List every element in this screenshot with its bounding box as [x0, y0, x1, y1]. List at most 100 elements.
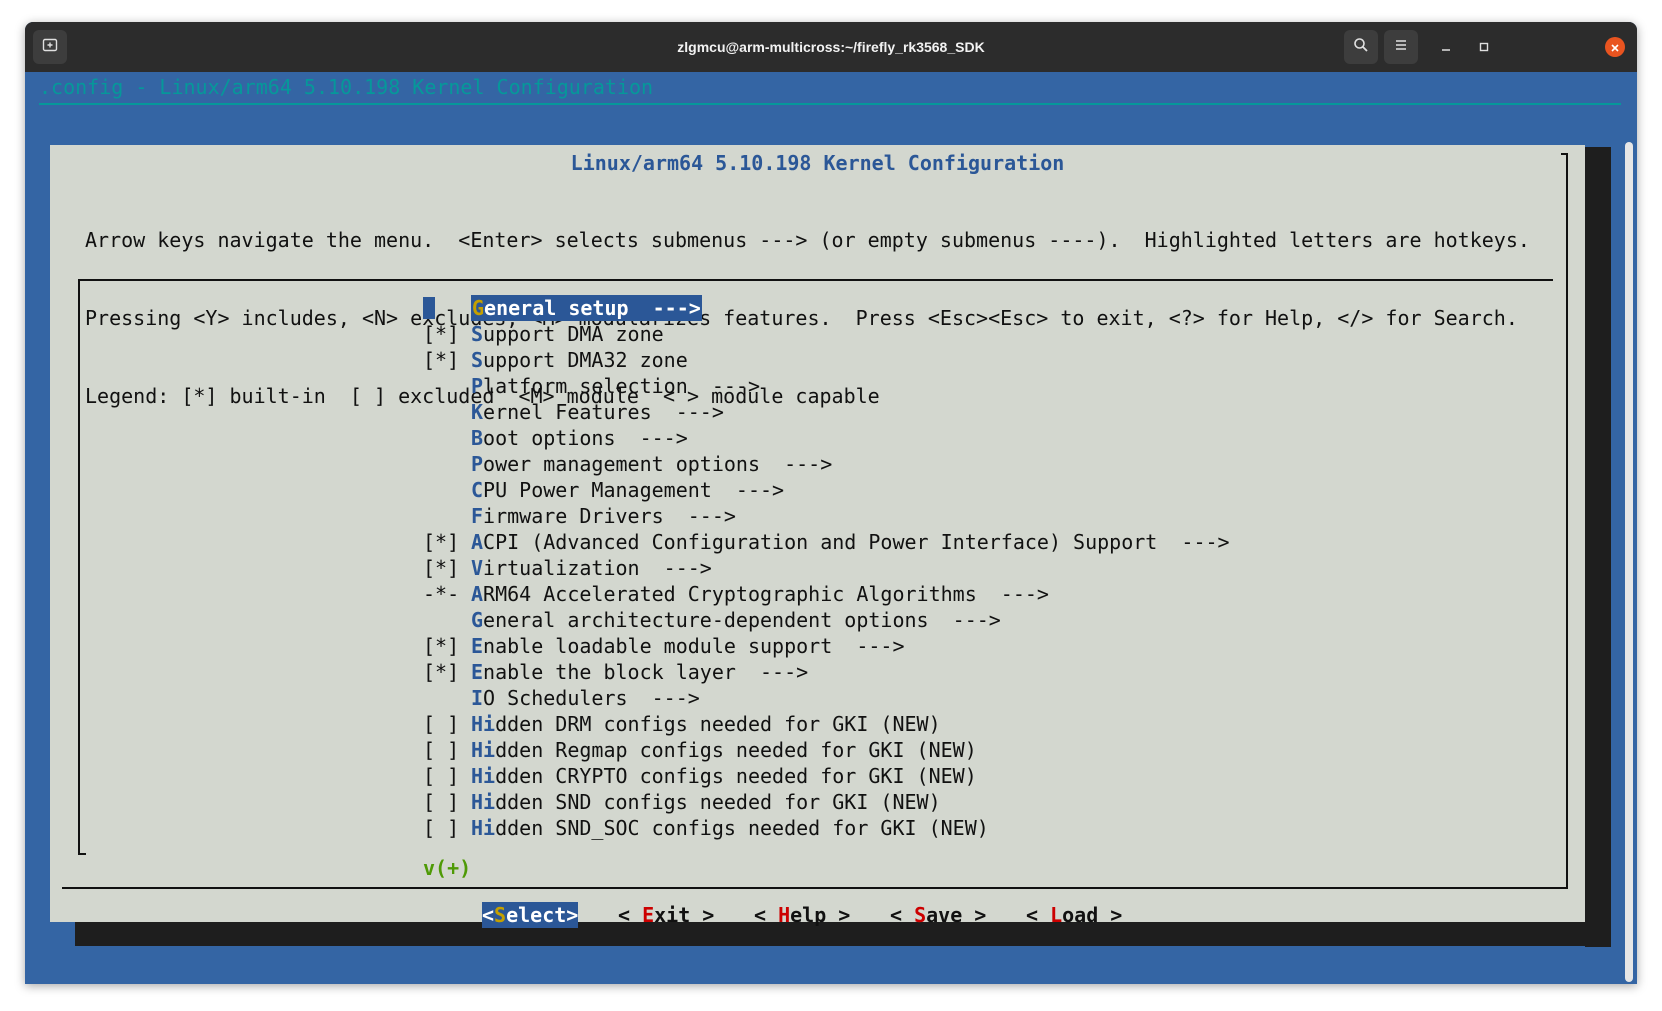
menu-item[interactable]: General setup --->: [423, 295, 1230, 321]
menu-item[interactable]: [ ] Hidden SND configs needed for GKI (NE…: [423, 789, 1230, 815]
menu-item-text: irtualization --->: [483, 556, 712, 580]
menu-item-hotkey: G: [472, 296, 485, 320]
menu-item-label: Firmware Drivers --->: [471, 504, 736, 528]
menu-item-label: Hidden SND_SOC configs needed for GKI (N…: [471, 816, 989, 840]
menu-border: [78, 279, 1553, 281]
menu-item[interactable]: General architecture-dependent options -…: [423, 607, 1230, 633]
menu-box: General setup ---> [*] Support DMA zone [*]…: [78, 279, 1553, 855]
config-path-line: .config - Linux/arm64 5.10.198 Kernel Co…: [39, 75, 654, 99]
scrollbar[interactable]: [1625, 142, 1633, 982]
menu-item[interactable]: Kernel Features --->: [423, 399, 1230, 425]
search-button[interactable]: [1344, 30, 1378, 64]
menu-item-state: [ ]: [423, 816, 460, 840]
menu-item-hotkey: V: [471, 556, 484, 580]
menu-item-label: CPU Power Management --->: [471, 478, 784, 502]
terminal-area[interactable]: .config - Linux/arm64 5.10.198 Kernel Co…: [25, 72, 1637, 984]
menu-item-state: [*]: [423, 348, 460, 372]
menu-item-label: Support DMA zone: [471, 322, 664, 346]
menu-item-text: eneral setup --->: [484, 296, 701, 320]
menu-item[interactable]: [*] Support DMA zone: [423, 321, 1230, 347]
menu-item-label: General architecture-dependent options -…: [471, 608, 1001, 632]
menu-item[interactable]: Firmware Drivers --->: [423, 503, 1230, 529]
menu-item-hotkey: Hi: [471, 738, 496, 762]
menu-item-state: [ ]: [423, 764, 460, 788]
menu-item-label: Enable the block layer --->: [471, 660, 808, 684]
hamburger-menu-icon: [1393, 37, 1409, 57]
menu-item[interactable]: [ ] Hidden Regmap configs needed for GKI …: [423, 737, 1230, 763]
menu-item[interactable]: [*] Enable loadable module support --->: [423, 633, 1230, 659]
menu-item[interactable]: CPU Power Management --->: [423, 477, 1230, 503]
menu-item-text: dden CRYPTO configs needed for GKI (NEW): [495, 764, 977, 788]
menu-item[interactable]: Boot options --->: [423, 425, 1230, 451]
menu-item[interactable]: IO Schedulers --->: [423, 685, 1230, 711]
dialog-border: [62, 887, 1568, 889]
close-button[interactable]: [1605, 37, 1625, 57]
menu-item[interactable]: [ ] Hidden DRM configs needed for GKI (NE…: [423, 711, 1230, 737]
top-divider: [39, 103, 1621, 105]
maximize-icon: [1478, 38, 1490, 57]
menu-item[interactable]: [ ] Hidden SND_SOC configs needed for GKI…: [423, 815, 1230, 841]
menu-item-text: nable the block layer --->: [483, 660, 809, 684]
menu-item[interactable]: [*] ACPI (Advanced Configuration and Powe…: [423, 529, 1230, 555]
menu-item-hotkey: Hi: [471, 764, 496, 788]
menu-item-text: eneral architecture-dependent options --…: [483, 608, 1001, 632]
help-button[interactable]: < Help >: [754, 902, 850, 928]
search-icon: [1353, 37, 1369, 57]
menu-item-text: ower management options --->: [483, 452, 833, 476]
menu-item[interactable]: -*- ARM64 Accelerated Cryptographic Algor…: [423, 581, 1230, 607]
select-button[interactable]: <Select>: [482, 902, 579, 928]
menu-item-state: [*]: [423, 556, 460, 580]
menu-item-hotkey: E: [471, 660, 484, 684]
menu-item-label: Hidden CRYPTO configs needed for GKI (NE…: [471, 764, 977, 788]
menu-item-hotkey: A: [471, 530, 484, 554]
menu-item-hotkey: S: [471, 322, 484, 346]
minimize-button[interactable]: [1434, 35, 1458, 59]
menu-item-label: Platform selection --->: [471, 374, 760, 398]
menu-item-label: Power management options --->: [471, 452, 832, 476]
menu-item[interactable]: [*] Support DMA32 zone: [423, 347, 1230, 373]
exit-button[interactable]: < Exit >: [618, 902, 714, 928]
menu-item-text: upport DMA32 zone: [483, 348, 688, 372]
menu-item-text: O Schedulers --->: [483, 686, 700, 710]
title-bar[interactable]: zlgmcu@arm-multicross:~/firefly_rk3568_S…: [25, 22, 1637, 72]
menu-item-hotkey: I: [471, 686, 484, 710]
menu-item-hotkey: F: [471, 504, 484, 528]
menu-item-state: [*]: [423, 660, 460, 684]
selection-cursor: [423, 297, 435, 319]
menu-item-text: upport DMA zone: [483, 322, 664, 346]
menu-item-hotkey: S: [471, 348, 484, 372]
menu-item-text: irmware Drivers --->: [483, 504, 736, 528]
load-button[interactable]: < Load >: [1026, 902, 1122, 928]
maximize-button[interactable]: [1472, 35, 1496, 59]
menu-item-state: [ ]: [423, 712, 460, 736]
menu-item-label: ARM64 Accelerated Cryptographic Algorith…: [471, 582, 1049, 606]
menu-item-label: Hidden Regmap configs needed for GKI (NE…: [471, 738, 977, 762]
menu-item-text: dden Regmap configs needed for GKI (NEW): [495, 738, 977, 762]
menu-item-label: Virtualization --->: [471, 556, 712, 580]
menu-item-label: Boot options --->: [471, 426, 688, 450]
dialog-border: [1566, 153, 1568, 889]
menu-item[interactable]: Platform selection --->: [423, 373, 1230, 399]
menu-item-state: [ ]: [423, 738, 460, 762]
menu-item[interactable]: [*] Virtualization --->: [423, 555, 1230, 581]
terminal-window: zlgmcu@arm-multicross:~/firefly_rk3568_S…: [25, 22, 1637, 984]
menu-item-hotkey: C: [471, 478, 484, 502]
save-button[interactable]: < Save >: [890, 902, 986, 928]
menu-item[interactable]: [ ] Hidden CRYPTO configs needed for GKI …: [423, 763, 1230, 789]
menu-item-text: latform selection --->: [483, 374, 760, 398]
menu-item[interactable]: Power management options --->: [423, 451, 1230, 477]
menu-item-label: General setup --->: [471, 295, 702, 321]
menu-item-text: CPI (Advanced Configuration and Power In…: [483, 530, 1230, 554]
menu-item-state: [ ]: [423, 790, 460, 814]
menu-item-text: dden SND_SOC configs needed for GKI (NEW…: [495, 816, 989, 840]
menu-border: [78, 279, 80, 855]
menu-item[interactable]: [*] Enable the block layer --->: [423, 659, 1230, 685]
menu-item-text: RM64 Accelerated Cryptographic Algorithm…: [483, 582, 1049, 606]
menu-item-label: Hidden SND configs needed for GKI (NEW): [471, 790, 941, 814]
menu-button[interactable]: [1384, 30, 1418, 64]
menu-item-text: dden DRM configs needed for GKI (NEW): [495, 712, 941, 736]
menu-item-hotkey: P: [471, 452, 484, 476]
menu-item-label: ACPI (Advanced Configuration and Power I…: [471, 530, 1230, 554]
menu-item-hotkey: E: [471, 634, 484, 658]
menu-item-text: ernel Features --->: [483, 400, 724, 424]
